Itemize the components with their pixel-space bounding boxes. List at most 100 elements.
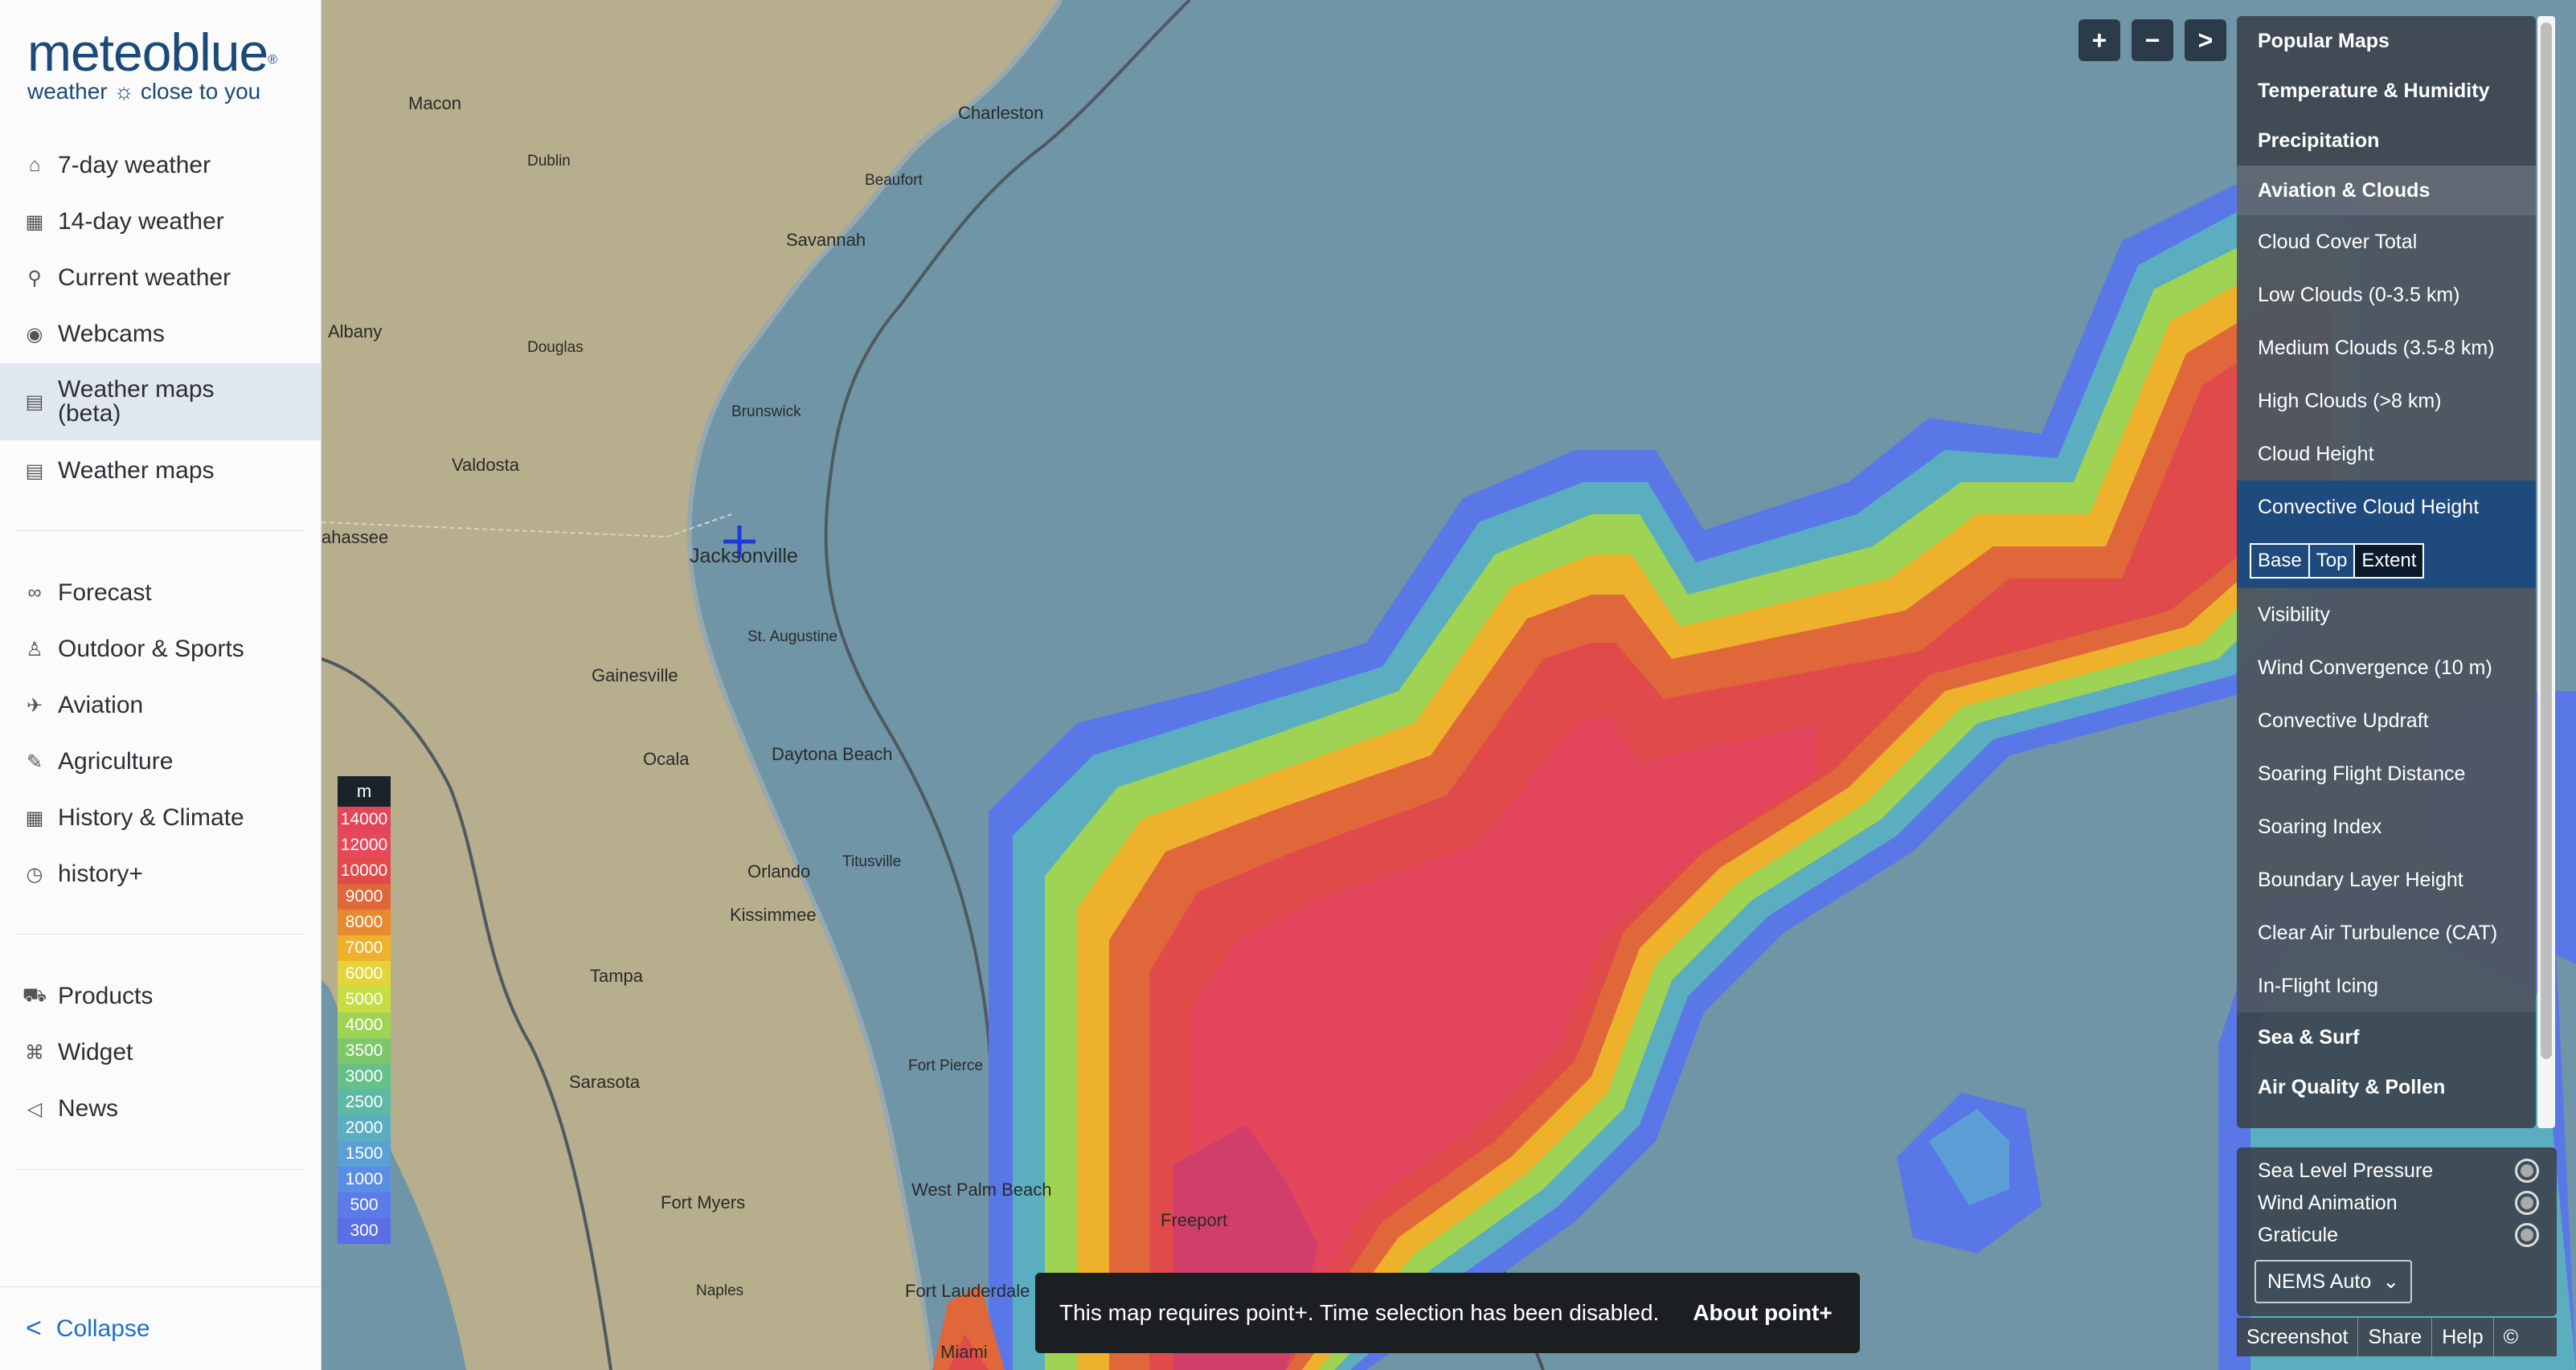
- nav-aviation[interactable]: ✈ Aviation: [0, 679, 321, 732]
- segment-extent[interactable]: Extent: [2353, 543, 2425, 579]
- option-wind-animation[interactable]: Wind Animation: [2258, 1191, 2539, 1215]
- city-valdosta: Valdosta: [452, 455, 519, 475]
- map-options: Sea Level Pressure Wind Animation Gratic…: [2237, 1147, 2557, 1316]
- about-point-plus-link[interactable]: About point+: [1693, 1300, 1832, 1326]
- city-brunswick: Brunswick: [731, 403, 801, 420]
- nav-forecast[interactable]: ∞ Forecast: [0, 566, 321, 620]
- nav-history-climate[interactable]: ▦ History & Climate: [0, 791, 321, 844]
- nav-agriculture[interactable]: ✎ Agriculture: [0, 735, 321, 788]
- city-jacksonville: Jacksonville: [690, 545, 798, 567]
- cloud-height-segment: Base Top Extent: [2237, 534, 2536, 588]
- city-sarasota: Sarasota: [569, 1072, 641, 1092]
- nav-label: Current weather: [58, 264, 231, 291]
- city-daytona-beach: Daytona Beach: [772, 744, 893, 764]
- layer-medium-clouds[interactable]: Medium Clouds (3.5-8 km): [2237, 321, 2536, 374]
- logo-tagline: weather ☼ close to you: [27, 79, 261, 104]
- layer-cloud-height[interactable]: Cloud Height: [2237, 427, 2536, 481]
- nav-history-plus[interactable]: ◷ history+: [0, 848, 321, 901]
- nav-label: History & Climate: [58, 804, 244, 831]
- nav-weather-maps[interactable]: ▤ Weather maps: [0, 444, 321, 497]
- legend-cell: 12000: [338, 832, 391, 858]
- layer-convective-cloud-height[interactable]: Convective Cloud Height: [2237, 481, 2536, 534]
- nav-widget[interactable]: ⌘ Widget: [0, 1026, 321, 1079]
- map-icon: ▤: [25, 391, 44, 413]
- toggle-switch[interactable]: [2515, 1159, 2539, 1183]
- layer-soaring-flight-distance[interactable]: Soaring Flight Distance: [2237, 747, 2536, 800]
- nav-label: Outdoor & Sports: [58, 636, 244, 662]
- group-temperature-humidity[interactable]: Temperature & Humidity: [2237, 66, 2536, 116]
- nav-outdoor-sports[interactable]: ♙ Outdoor & Sports: [0, 623, 321, 676]
- nav-14-day-weather[interactable]: ▦ 14-day weather: [0, 195, 321, 248]
- city-tampa: Tampa: [590, 966, 644, 986]
- legend-cell: 2000: [338, 1115, 391, 1141]
- toggle-panel-button[interactable]: >: [2185, 19, 2226, 61]
- screenshot-button[interactable]: Screenshot: [2237, 1318, 2359, 1356]
- city-gainesville: Gainesville: [592, 665, 678, 685]
- city-west-palm-beach: West Palm Beach: [911, 1180, 1052, 1200]
- plus-icon: +: [2091, 25, 2107, 55]
- nav-weather-maps-beta[interactable]: ▤ Weather maps (beta): [0, 363, 321, 440]
- legend-cells: 14000 12000 10000 9000 8000 7000 6000 5000 4000 3…: [338, 807, 391, 1244]
- city-fort-myers: Fort Myers: [661, 1192, 746, 1213]
- nav-label: 14-day weather: [58, 208, 224, 235]
- banner-message: This map requires point+. Time selection…: [1059, 1300, 1660, 1325]
- copyright-button[interactable]: ©: [2494, 1318, 2528, 1356]
- model-select[interactable]: NEMS Auto ⌄: [2255, 1260, 2413, 1303]
- nav-7-day-weather[interactable]: ⌂ 7-day weather: [0, 139, 321, 192]
- group-precipitation[interactable]: Precipitation: [2237, 116, 2536, 166]
- zoom-in-button[interactable]: +: [2078, 19, 2120, 61]
- legend-cell: 8000: [338, 910, 391, 935]
- toggle-switch[interactable]: [2515, 1223, 2539, 1247]
- legend-cell: 5000: [338, 987, 391, 1012]
- segment-top[interactable]: Top: [2308, 543, 2356, 579]
- layer-wind-convergence[interactable]: Wind Convergence (10 m): [2237, 641, 2536, 694]
- nav-products[interactable]: ⛟ Products: [0, 970, 321, 1023]
- help-button[interactable]: Help: [2432, 1318, 2494, 1356]
- history-icon: ◷: [26, 863, 43, 885]
- city-fort-pierce: Fort Pierce: [908, 1057, 983, 1074]
- model-select-value: NEMS Auto: [2267, 1270, 2372, 1293]
- meteoblue-logo[interactable]: meteoblue® weather ☼ close to you: [27, 24, 277, 104]
- legend-unit: m: [338, 776, 391, 807]
- city-ocala: Ocala: [643, 749, 690, 769]
- city-orlando: Orlando: [747, 861, 811, 881]
- segment-base[interactable]: Base: [2250, 543, 2310, 579]
- layer-visibility[interactable]: Visibility: [2237, 588, 2536, 641]
- option-label: Graticule: [2258, 1223, 2339, 1246]
- scrollbar-thumb[interactable]: [2541, 22, 2552, 1059]
- option-graticule[interactable]: Graticule: [2258, 1223, 2539, 1247]
- layer-low-clouds[interactable]: Low Clouds (0-3.5 km): [2237, 268, 2536, 321]
- nav-current-weather[interactable]: ⚲ Current weather: [0, 252, 321, 305]
- share-button[interactable]: Share: [2358, 1318, 2433, 1356]
- layer-convective-updraft[interactable]: Convective Updraft: [2237, 694, 2536, 747]
- divider: [16, 530, 304, 531]
- pen-icon: ✎: [26, 750, 43, 773]
- city-savannah: Savannah: [786, 230, 866, 250]
- nav-label: Webcams: [58, 321, 165, 347]
- option-sea-level-pressure[interactable]: Sea Level Pressure: [2258, 1159, 2539, 1183]
- zoom-out-button[interactable]: −: [2132, 19, 2173, 61]
- layer-soaring-index[interactable]: Soaring Index: [2237, 800, 2536, 853]
- city-miami: Miami: [940, 1342, 988, 1362]
- nav-label: Aviation: [58, 692, 144, 718]
- group-aviation-clouds[interactable]: Aviation & Clouds: [2237, 166, 2536, 215]
- nav-news[interactable]: ◁ News: [0, 1082, 321, 1135]
- nav-label: Forecast: [58, 579, 152, 606]
- chevron-right-icon: >: [2197, 25, 2214, 55]
- toggle-switch[interactable]: [2515, 1191, 2539, 1215]
- group-popular-maps[interactable]: Popular Maps: [2237, 16, 2536, 66]
- layer-clear-air-turbulence[interactable]: Clear Air Turbulence (CAT): [2237, 906, 2536, 959]
- group-sea-surf[interactable]: Sea & Surf: [2237, 1012, 2536, 1062]
- layer-cloud-cover-total[interactable]: Cloud Cover Total: [2237, 215, 2536, 268]
- collapse-button[interactable]: < Collapse: [0, 1286, 321, 1370]
- panel-scrollbar[interactable]: [2537, 16, 2555, 1128]
- city-charleston: Charleston: [958, 103, 1044, 123]
- webcam-icon: ◉: [26, 323, 43, 346]
- layer-high-clouds[interactable]: High Clouds (>8 km): [2237, 374, 2536, 427]
- layer-in-flight-icing[interactable]: In-Flight Icing: [2237, 959, 2536, 1012]
- city-macon: Macon: [408, 93, 462, 113]
- nav-webcams[interactable]: ◉ Webcams: [0, 308, 321, 361]
- legend-cell: 7000: [338, 935, 391, 961]
- group-air-quality-pollen[interactable]: Air Quality & Pollen: [2237, 1062, 2536, 1112]
- layer-boundary-layer-height[interactable]: Boundary Layer Height: [2237, 853, 2536, 906]
